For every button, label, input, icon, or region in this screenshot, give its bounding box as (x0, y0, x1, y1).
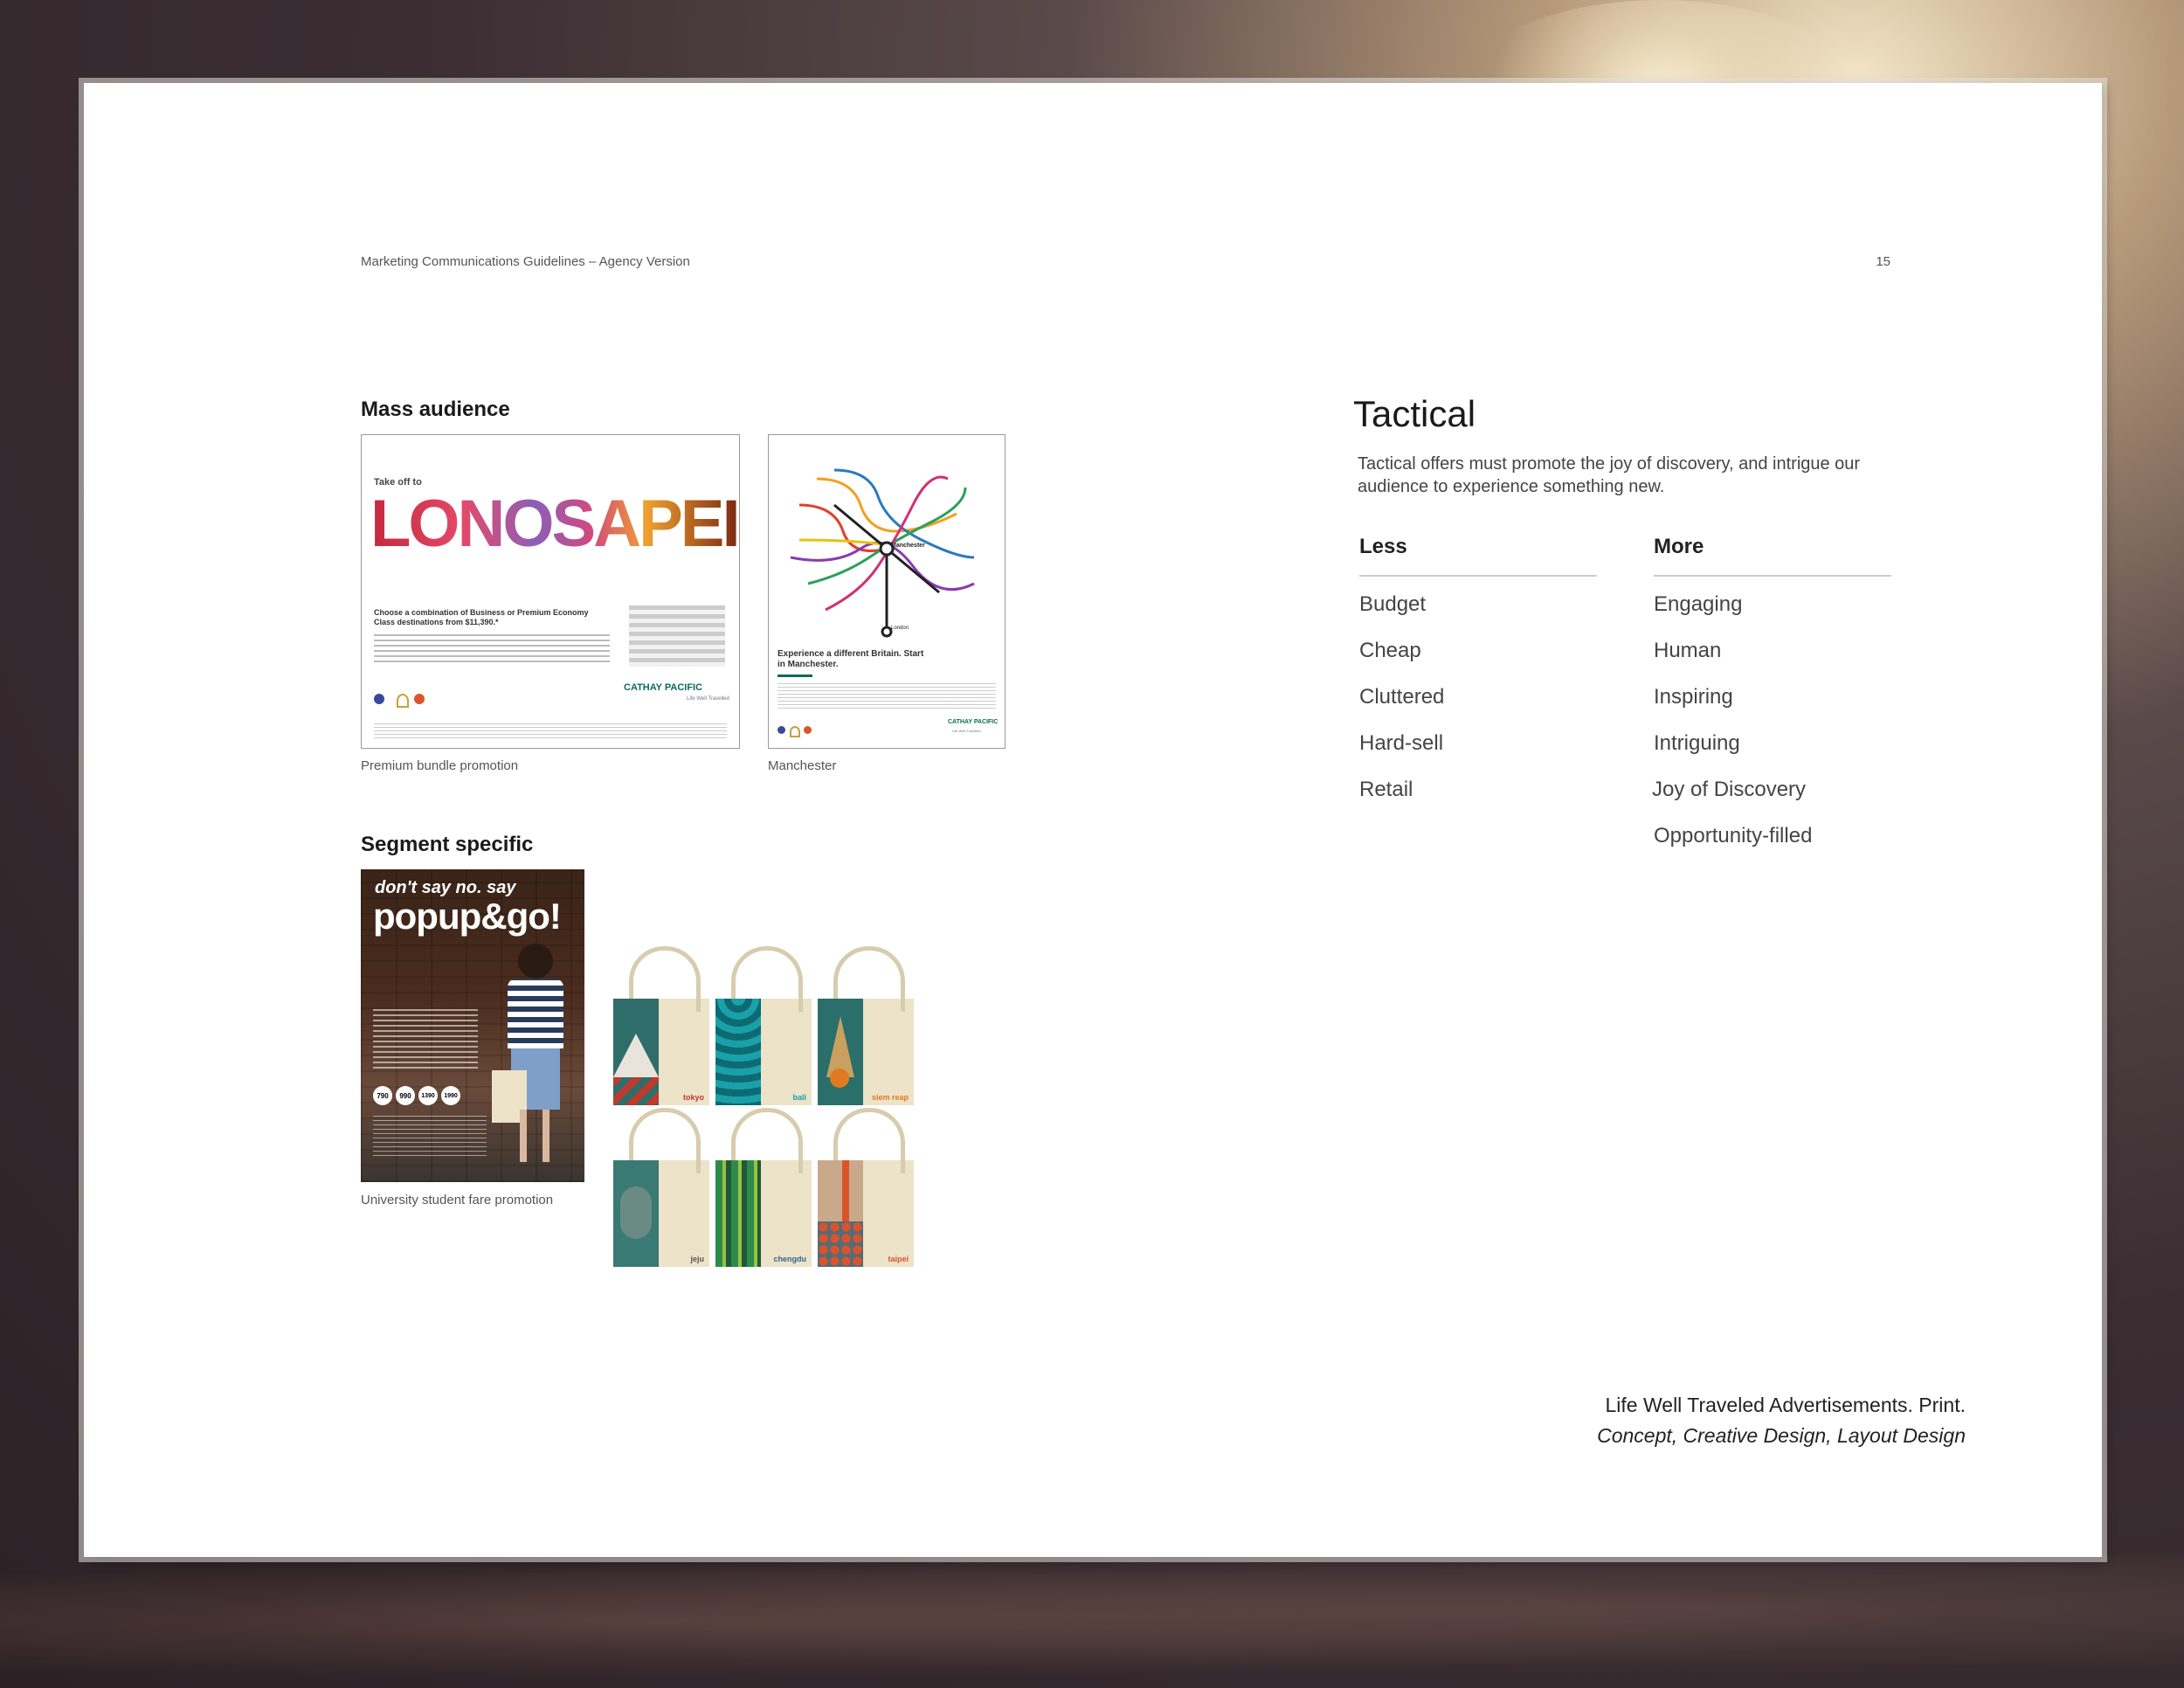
less-item: Cluttered (1359, 685, 1445, 709)
more-item: Intriguing (1654, 731, 1740, 755)
tote-label: tokyo (682, 1093, 704, 1102)
caption-student-fare: University student fare promotion (361, 1193, 554, 1207)
ad-fare-table (629, 605, 725, 667)
tactical-description: Tactical offers must promote the joy of … (1358, 454, 1861, 496)
price-badge: 1990 (441, 1086, 460, 1105)
document-title: Marketing Communications Guidelines – Ag… (361, 254, 690, 269)
less-item: Hard-sell (1359, 731, 1444, 755)
tote-bag-jeju: jeju (613, 1108, 709, 1267)
map-station-end: London (891, 626, 909, 631)
person-leg (520, 1110, 527, 1162)
ad-brand-logo: CATHAY PACIFIC (948, 719, 999, 725)
premium-bundle-ad: Take off to LONOSAPEI Choose a combinati… (361, 434, 740, 749)
price-badge: 990 (396, 1086, 415, 1105)
tote-label: chengdu (773, 1255, 807, 1263)
poster-body-text (373, 1009, 478, 1070)
person-shirt (508, 979, 563, 1048)
price-badge: 790 (373, 1086, 392, 1105)
ad-body-heading: Choose a combination of Business or Prem… (374, 608, 589, 626)
ad-body-text (374, 634, 610, 666)
partner-icon (790, 726, 800, 737)
more-divider (1654, 575, 1891, 577)
more-heading: More (1654, 535, 1704, 558)
accent-bar (778, 675, 812, 677)
tactical-title: Tactical (1353, 393, 1476, 434)
tote-bag-tokyo: tokyo (613, 946, 709, 1105)
student-fare-poster: don't say no. say popup&go! 790 990 1390… (361, 869, 584, 1182)
tote-bag-taipei: taipei (818, 1108, 914, 1267)
ad-brand-logo: CATHAY PACIFIC (624, 682, 703, 693)
less-item: Budget (1359, 592, 1427, 616)
caption-manchester: Manchester (768, 758, 837, 773)
tote-label: taipei (888, 1255, 909, 1263)
partner-icon (397, 694, 409, 708)
partner-icon (804, 726, 812, 734)
oneworld-icon (374, 694, 384, 704)
tote-bag-siem-reap: siem reap (818, 946, 914, 1105)
background-bokeh (0, 1555, 2184, 1688)
credits-roles: Concept, Creative Design, Layout Design (1597, 1424, 1966, 1447)
tote-label: bali (792, 1093, 806, 1102)
ad-tagline: Life Well Travelled (687, 696, 729, 702)
page-number: 15 (1876, 254, 1890, 269)
poster-fine-print (373, 1116, 487, 1159)
price-badges: 790 990 1390 1990 (373, 1086, 460, 1105)
less-item: Retail (1359, 778, 1413, 801)
more-item: Opportunity-filled (1654, 824, 1813, 847)
poster-line2: popup&go! (373, 896, 562, 937)
ad-body-heading: Experience a different Britain. Start in… (778, 649, 924, 669)
ad-tagline: Life Well Travelled (952, 729, 981, 733)
less-item: Cheap (1359, 639, 1421, 662)
partner-icon (414, 694, 425, 704)
tote-label: siem reap (871, 1093, 909, 1102)
ad-fine-print (374, 723, 727, 739)
ad-headline-big: LONOSAPEI (370, 487, 739, 561)
more-item: Joy of Discovery (1652, 778, 1807, 801)
document-page: Marketing Communications Guidelines – Ag… (84, 83, 2102, 1557)
transit-map-graphic (790, 468, 975, 638)
oneworld-icon (778, 726, 785, 734)
price-badge: 1390 (418, 1086, 438, 1105)
person-head (518, 944, 553, 979)
map-station-main: Manchester (891, 543, 925, 549)
manchester-ad: Manchester London Experience a different… (768, 434, 1006, 749)
segment-specific-title: Segment specific (361, 833, 534, 856)
credits-title: Life Well Traveled Advertisements. Print… (1605, 1394, 1966, 1416)
more-item: Inspiring (1654, 685, 1733, 709)
tote-label: jeju (690, 1255, 704, 1263)
more-item: Human (1654, 639, 1722, 662)
tote-bag-bali: bali (715, 946, 812, 1105)
ad-body-text (778, 683, 996, 709)
tote-bag-chengdu: chengdu (715, 1108, 812, 1267)
caption-premium-bundle: Premium bundle promotion (361, 758, 519, 773)
more-item: Engaging (1654, 592, 1743, 616)
mass-audience-title: Mass audience (361, 398, 510, 421)
less-heading: Less (1359, 535, 1407, 558)
person-leg (543, 1110, 549, 1162)
less-divider (1359, 575, 1597, 577)
